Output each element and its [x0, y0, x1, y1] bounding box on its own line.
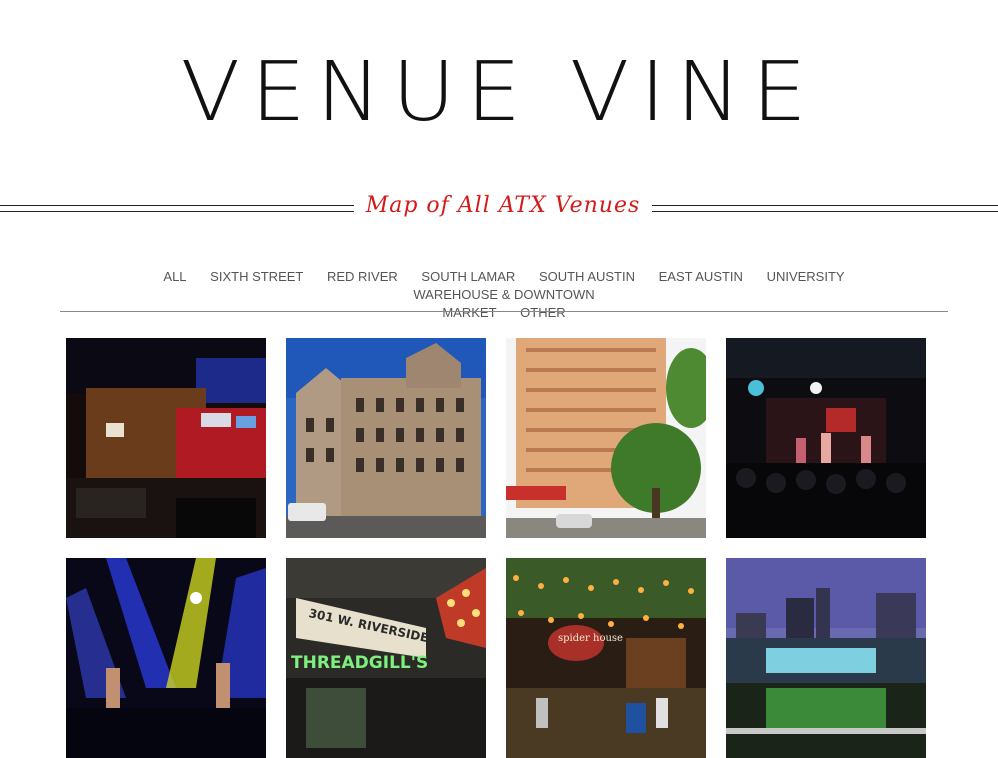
subtitle-row: Map of All ATX Venues: [0, 190, 998, 230]
venue-photo-threadgills: 301 W. RIVERSIDE DR THREADGILL'S: [286, 558, 486, 758]
filter-divider: [60, 311, 948, 312]
sign-threadgills: THREADGILL'S: [291, 653, 428, 673]
venue-tile-music-club[interactable]: [66, 338, 266, 538]
filter-warehouse-downtown[interactable]: WAREHOUSE & DOWNTOWN: [413, 286, 594, 304]
venue-photo-rooftop: [726, 558, 926, 758]
venue-photo-spider-house: spider house: [506, 558, 706, 758]
site-title: VENUE VINE: [180, 45, 818, 140]
filter-other[interactable]: OTHER: [520, 304, 566, 322]
venue-photo-music-club: [66, 338, 266, 538]
filter-market[interactable]: MARKET: [442, 304, 496, 322]
venue-photo-driskill: [286, 338, 486, 538]
venue-tile-stage-lights[interactable]: [66, 558, 266, 758]
filter-red-river[interactable]: RED RIVER: [327, 268, 398, 286]
filter-south-lamar[interactable]: SOUTH LAMAR: [421, 268, 515, 286]
venue-photo-hotel: [506, 338, 706, 538]
decorative-rule-left: [0, 205, 354, 212]
sign-spider-house: spider house: [558, 633, 623, 644]
filter-east-austin[interactable]: EAST AUSTIN: [659, 268, 743, 286]
page-subtitle: Map of All ATX Venues: [365, 193, 641, 218]
venue-photo-stage-lights: [66, 558, 266, 758]
venue-tile-concert-hall[interactable]: [726, 338, 926, 538]
venue-photo-concert-hall: [726, 338, 926, 538]
filter-all[interactable]: ALL: [163, 268, 186, 286]
filter-university[interactable]: UNIVERSITY: [767, 268, 845, 286]
venue-tile-hotel[interactable]: [506, 338, 706, 538]
filter-sixth-street[interactable]: SIXTH STREET: [210, 268, 303, 286]
venue-tile-driskill[interactable]: [286, 338, 486, 538]
filter-south-austin[interactable]: SOUTH AUSTIN: [539, 268, 635, 286]
venue-tile-threadgills[interactable]: 301 W. RIVERSIDE DR THREADGILL'S: [286, 558, 486, 758]
decorative-rule-right: [652, 205, 998, 212]
venue-tile-spider-house[interactable]: spider house: [506, 558, 706, 758]
venue-filter-nav: ALL SIXTH STREET RED RIVER SOUTH LAMAR S…: [60, 268, 948, 322]
venue-tile-rooftop[interactable]: [726, 558, 926, 758]
